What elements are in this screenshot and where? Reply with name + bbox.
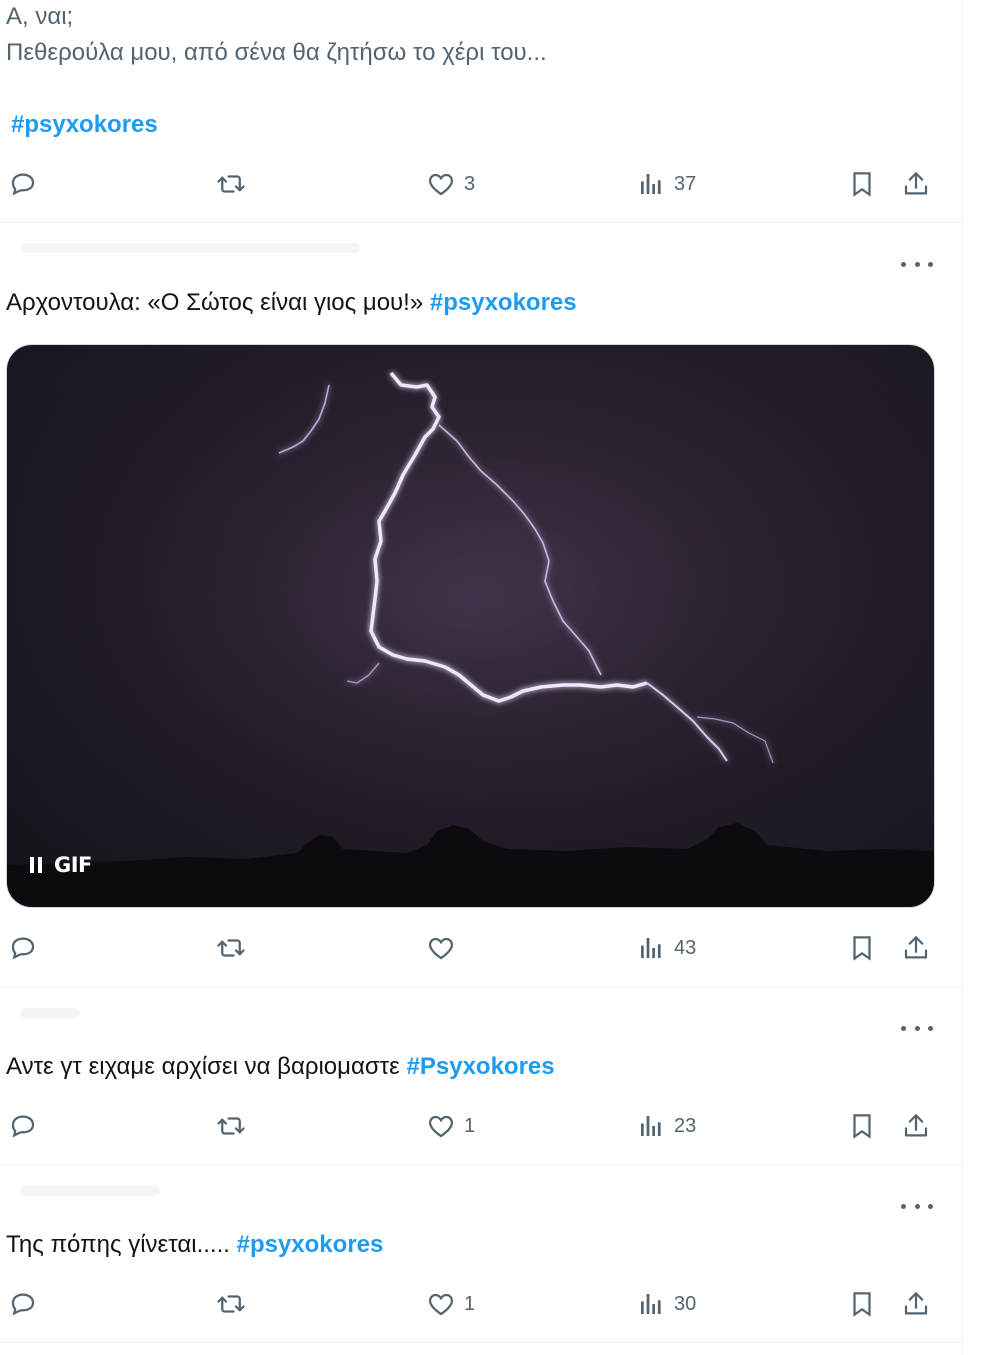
more-button[interactable]: [901, 1020, 933, 1036]
divider: [0, 1164, 962, 1165]
tweet-body: Αντε γτ ειχαμε αρχίσει να βαριομαστε: [6, 1053, 400, 1080]
more-icon: [901, 261, 906, 267]
view-count: 43: [674, 936, 697, 959]
tweet-text: Αρχοντουλα: «Ο Σώτος είναι γιος μου!» #p…: [6, 288, 577, 318]
tweet-text-line: Α, ναι;: [6, 3, 74, 30]
like-icon: [428, 1293, 454, 1316]
hashtag-link[interactable]: #psyxokores: [11, 110, 158, 140]
view-count: 23: [674, 1114, 697, 1137]
view-count: 37: [674, 172, 697, 195]
tweet-header-faded: [20, 243, 360, 253]
retweet-icon: [217, 1117, 245, 1135]
hashtag-link[interactable]: #Psyxokores: [407, 1053, 555, 1080]
retweet-icon: [217, 175, 245, 193]
views-icon: [641, 1116, 661, 1136]
views-button[interactable]: 23: [636, 1108, 696, 1144]
tweet-actions: 1 23: [0, 1108, 962, 1144]
divider: [0, 222, 962, 223]
pause-icon[interactable]: [30, 857, 42, 873]
bookmark-button[interactable]: [847, 166, 877, 202]
like-count: 1: [464, 1114, 476, 1137]
tweet-body: Της πόπης γίνεται.....: [6, 1231, 230, 1258]
reply-button[interactable]: [8, 1108, 38, 1144]
share-button[interactable]: [901, 166, 931, 202]
like-button[interactable]: 1: [426, 1108, 475, 1144]
share-icon: [904, 1292, 928, 1315]
retweet-button[interactable]: [216, 930, 246, 966]
retweet-button[interactable]: [216, 1108, 246, 1144]
views-icon: [641, 174, 661, 194]
bookmark-button[interactable]: [847, 930, 877, 966]
share-button[interactable]: [901, 930, 931, 966]
like-button[interactable]: [426, 930, 464, 966]
retweet-icon: [217, 1295, 245, 1313]
like-icon: [428, 937, 454, 960]
divider: [0, 1342, 962, 1343]
tweet-actions: 1 30: [0, 1286, 962, 1322]
share-icon: [904, 936, 928, 959]
tweet-text: Της πόπης γίνεται..... #psyxokores: [6, 1230, 383, 1260]
share-icon: [904, 172, 928, 195]
reply-button[interactable]: [8, 930, 38, 966]
gif-label: GIF: [54, 853, 92, 877]
tweet-actions: 3 37: [0, 166, 962, 202]
share-icon: [904, 1114, 928, 1137]
bookmark-button[interactable]: [847, 1286, 877, 1322]
tweet-text: Αντε γτ ειχαμε αρχίσει να βαριομαστε #Ps…: [6, 1052, 555, 1082]
reply-icon: [11, 937, 35, 960]
gif-badge[interactable]: GIF: [30, 847, 92, 883]
tweet-body: Αρχοντουλα: «Ο Σώτος είναι γιος μου!»: [6, 289, 424, 316]
share-button[interactable]: [901, 1108, 931, 1144]
hashtag-link[interactable]: #psyxokores: [237, 1231, 384, 1258]
like-button[interactable]: 1: [426, 1286, 475, 1322]
reply-button[interactable]: [8, 166, 38, 202]
bookmark-icon: [853, 936, 871, 961]
like-count: 3: [464, 172, 476, 195]
reply-icon: [11, 1115, 35, 1138]
retweet-button[interactable]: [216, 166, 246, 202]
tweet-header-faded: [20, 1186, 160, 1196]
like-button[interactable]: 3: [426, 166, 475, 202]
views-button[interactable]: 43: [636, 930, 696, 966]
retweet-button[interactable]: [216, 1286, 246, 1322]
tweet-actions: 43: [0, 930, 962, 966]
like-icon: [428, 173, 454, 196]
views-button[interactable]: 30: [636, 1286, 696, 1322]
reply-icon: [11, 1293, 35, 1316]
divider: [0, 987, 962, 988]
share-button[interactable]: [901, 1286, 931, 1322]
more-icon: [901, 1203, 906, 1209]
views-button[interactable]: 37: [636, 166, 696, 202]
reply-button[interactable]: [8, 1286, 38, 1322]
views-icon: [641, 1294, 661, 1314]
views-icon: [641, 938, 661, 958]
more-button[interactable]: [901, 1198, 933, 1214]
bookmark-button[interactable]: [847, 1108, 877, 1144]
tweet-text-line: Πεθερούλα μου, από σένα θα ζητήσω το χέρ…: [6, 39, 547, 66]
timeline-feed: Α, ναι; Πεθερούλα μου, από σένα θα ζητήσ…: [0, 0, 963, 1355]
bookmark-icon: [853, 172, 871, 197]
more-button[interactable]: [901, 256, 933, 272]
tweet-header-faded: [20, 1008, 80, 1018]
more-icon: [901, 1025, 906, 1031]
hashtag-link[interactable]: #psyxokores: [430, 289, 577, 316]
view-count: 30: [674, 1292, 697, 1315]
bookmark-icon: [853, 1292, 871, 1317]
like-icon: [428, 1115, 454, 1138]
reply-icon: [11, 173, 35, 196]
retweet-icon: [217, 939, 245, 957]
lightning-image: [7, 345, 934, 907]
bookmark-icon: [853, 1114, 871, 1139]
gif-media[interactable]: [6, 344, 935, 908]
like-count: 1: [464, 1292, 476, 1315]
